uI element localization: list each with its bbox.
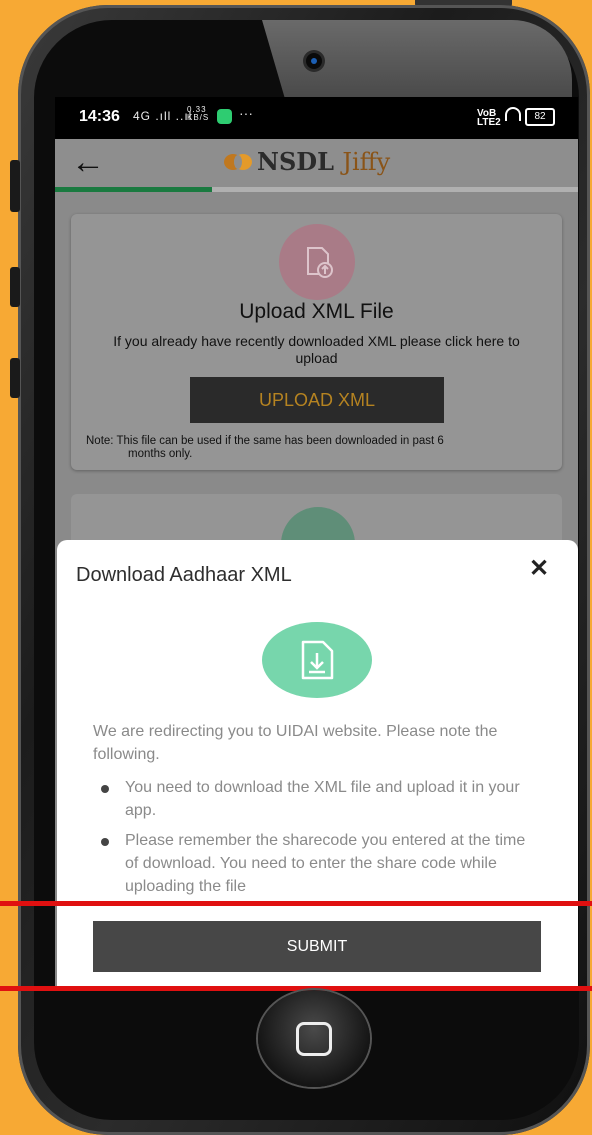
nsdl-logo-icon [224,154,252,170]
upload-card-description: If you already have recently downloaded … [113,333,520,366]
download-aadhaar-modal: Download Aadhaar XML ✕ We are redirectin… [57,540,578,990]
home-square-icon [296,1022,332,1056]
more-notifications-icon: ··· [239,105,253,121]
step-progress-bar [55,187,578,192]
annotation-line-top [0,901,592,906]
annotation-line-bottom [0,986,592,991]
download-file-icon [262,622,372,698]
bullet-icon [101,785,109,793]
phone-side-button [10,160,20,212]
app-bar: ← NSDL Jiffy [55,139,578,187]
bullet-icon [101,838,109,846]
note-line-2: months only. [128,448,193,460]
note-line-1: Note: This file can be used if the same … [86,435,444,447]
arrow-left-icon[interactable]: ← [71,145,105,179]
upload-card-title: Upload XML File [239,300,394,323]
modal-notes-list: You need to download the XML file and up… [101,776,541,905]
logo-nsdl: NSDL [257,147,334,176]
modal-intro: We are redirecting you to UIDAI website.… [93,723,498,763]
signal-icon: 4G .ıll ..ıl [133,109,193,123]
app-logo: NSDL Jiffy [223,147,390,176]
logo-jiffy: Jiffy [342,148,391,176]
modal-title: Download Aadhaar XML [76,564,292,586]
close-icon[interactable]: ✕ [529,554,549,583]
camera-icon [306,53,322,69]
list-item-text: Please remember the sharecode you entere… [125,832,526,895]
submit-button[interactable]: SUBMIT [93,921,541,972]
step-progress-fill [55,187,212,192]
upload-xml-button[interactable]: UPLOAD XML [190,377,444,423]
whatsapp-icon [217,109,232,124]
list-item: Please remember the sharecode you entere… [101,829,541,898]
phone-volume-up [10,267,20,307]
volte-icon: VoB LTE2 [477,108,501,128]
upload-card-note: Note: This file can be used if the same … [86,435,536,461]
data-rate: 0.33 KB/S [187,105,210,122]
home-button[interactable] [258,990,370,1087]
phone-volume-down [10,358,20,398]
list-item: You need to download the XML file and up… [101,776,541,822]
upload-file-icon [279,224,355,300]
headphones-icon [505,107,521,121]
list-item-text: You need to download the XML file and up… [125,779,520,819]
status-time: 14:36 [79,108,120,125]
battery-icon: 82 [525,108,555,126]
status-bar: 14:36 4G .ıll ..ıl 0.33 KB/S ··· VoB LTE… [55,97,578,139]
